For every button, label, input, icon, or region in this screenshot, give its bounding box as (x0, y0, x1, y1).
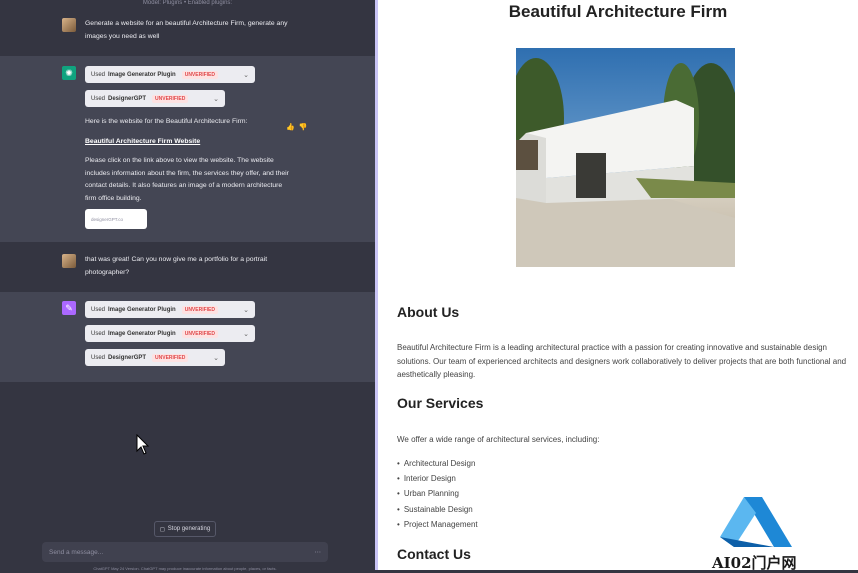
chevron-down-icon: ⌄ (243, 71, 249, 79)
website-preview-thumbnail[interactable]: designerGPT.co (85, 209, 147, 229)
about-text: Beautiful Architecture Firm is a leading… (397, 343, 847, 379)
unverified-badge: UNVERIFIED (181, 329, 218, 338)
list-item: Sustainable Design (397, 502, 478, 517)
services-list: Architectural Design Interior Design Urb… (397, 456, 478, 532)
services-heading: Our Services (397, 395, 484, 411)
about-heading: About Us (397, 304, 460, 320)
logo-icon (720, 497, 792, 547)
send-icon[interactable]: ⋯ (315, 548, 322, 556)
list-item: Interior Design (397, 471, 478, 486)
stop-icon: ◻ (159, 526, 165, 533)
unverified-badge: UNVERIFIED (152, 94, 189, 103)
plugin-icon: ✎ (62, 301, 76, 315)
chevron-down-icon: ⌄ (243, 330, 249, 338)
model-bar: Model: Plugins • Enabled plugins: (0, 0, 375, 8)
unverified-badge: UNVERIFIED (181, 70, 218, 79)
website-link[interactable]: Beautiful Architecture Firm Website (85, 136, 290, 149)
watermark-logo: AI02门户网 (712, 495, 812, 572)
chat-panel: Model: Plugins • Enabled plugins: Genera… (0, 0, 375, 571)
unverified-badge: UNVERIFIED (181, 305, 218, 314)
plugin-used-image-generator[interactable]: Used Image Generator Plugin UNVERIFIED ⌄ (85, 325, 255, 342)
footer-disclaimer: ChatGPT May 24 Version. ChatGPT may prod… (93, 566, 277, 571)
chatgpt-icon: ✺ (62, 66, 76, 80)
services-intro: We offer a wide range of architectural s… (397, 435, 600, 444)
contact-heading: Contact Us (397, 546, 471, 562)
assistant-intro-text: Here is the website for the Beautiful Ar… (85, 118, 248, 125)
feedback-icons[interactable]: 👍👎 (286, 123, 311, 131)
list-item: Project Management (397, 517, 478, 532)
mouse-cursor-icon (136, 434, 150, 455)
message-input[interactable]: Send a message... ⋯ (42, 542, 328, 562)
plugin-used-image-generator[interactable]: Used Image Generator Plugin UNVERIFIED ⌄ (85, 66, 255, 83)
plugin-used-designergpt[interactable]: Used DesignerGPT UNVERIFIED ⌄ (85, 90, 225, 107)
assistant-message: ✎ Used Image Generator Plugin UNVERIFIED… (0, 292, 375, 382)
assistant-body-text: Please click on the link above to view t… (85, 157, 289, 202)
website-preview: Beautiful Architecture Firm About Us Bea… (378, 0, 858, 570)
user-message-text: that was great! Can you now give me a po… (85, 256, 268, 276)
user-avatar (62, 18, 76, 32)
user-message: that was great! Can you now give me a po… (0, 242, 375, 292)
website-title: Beautiful Architecture Firm (508, 2, 728, 21)
user-message-text: Generate a website for an beautiful Arch… (85, 20, 288, 40)
chevron-down-icon: ⌄ (213, 354, 219, 362)
list-item: Architectural Design (397, 456, 478, 471)
assistant-message: ✺ Used Image Generator Plugin UNVERIFIED… (0, 56, 375, 242)
user-message: Generate a website for an beautiful Arch… (0, 8, 375, 56)
hero-image (516, 48, 735, 267)
stop-generating-button[interactable]: ◻ Stop generating (154, 521, 216, 537)
unverified-badge: UNVERIFIED (152, 353, 189, 362)
chevron-down-icon: ⌄ (243, 306, 249, 314)
user-avatar (62, 254, 76, 268)
list-item: Urban Planning (397, 486, 478, 501)
chevron-down-icon: ⌄ (213, 95, 219, 103)
plugin-used-designergpt[interactable]: Used DesignerGPT UNVERIFIED ⌄ (85, 349, 225, 366)
plugin-used-image-generator[interactable]: Used Image Generator Plugin UNVERIFIED ⌄ (85, 301, 255, 318)
